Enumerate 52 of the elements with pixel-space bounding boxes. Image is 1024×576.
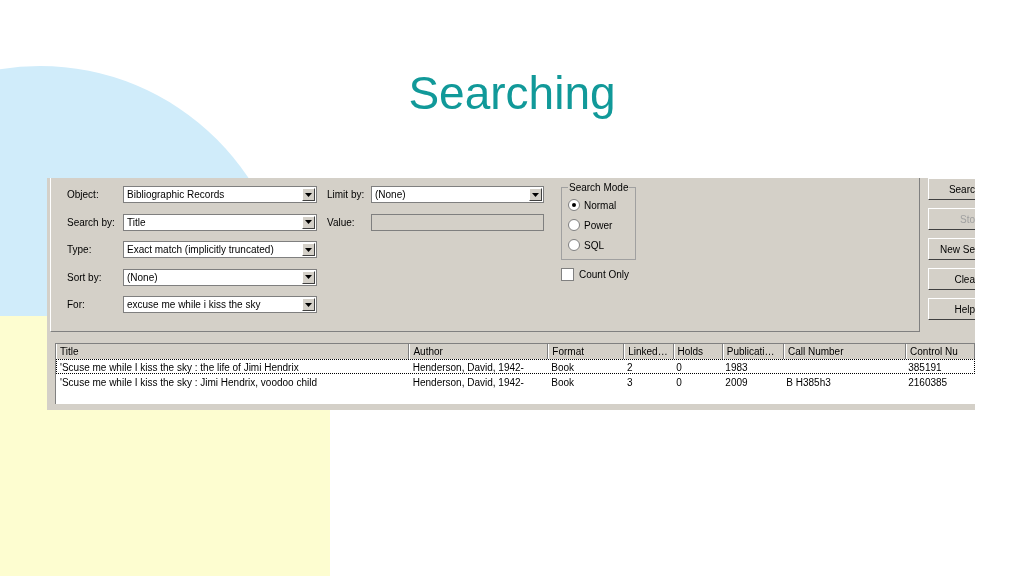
radio-label[interactable]: Power (584, 219, 613, 231)
table-cell: 3 (627, 377, 633, 388)
table-cell: 'Scuse me while I kiss the sky : the life of Jimi Hendrix (60, 362, 299, 373)
column-header[interactable]: Call Number (783, 344, 907, 359)
table-cell: B H385h3 (786, 377, 831, 388)
column-header[interactable]: Author (409, 344, 549, 359)
field-label: For: (67, 299, 86, 310)
dropdown[interactable]: excuse me while i kiss the sky (123, 296, 317, 313)
checkbox[interactable] (561, 268, 574, 281)
column-header[interactable]: Title (56, 344, 410, 359)
dropdown[interactable]: Title (123, 213, 317, 231)
table-cell: Henderson, David, 1942- (412, 377, 524, 388)
field-label: Sort by: (67, 271, 103, 283)
field-label: Search by: (67, 216, 116, 228)
button[interactable]: Clea (928, 268, 975, 290)
field-label: Object: (67, 189, 100, 200)
button[interactable]: New Se (928, 238, 975, 260)
radio-button[interactable] (568, 239, 580, 251)
table-row[interactable]: 'Scuse me while I kiss the sky : Jimi Hendrix, voodoo child Henderson, David, 1942- Book 3 0 2009 B H385h3 2160385 (56, 374, 975, 389)
column-header[interactable]: Control Nu (906, 344, 975, 359)
dropdown[interactable]: Bibliographic Records (123, 186, 317, 203)
table-cell: 2009 (725, 377, 748, 388)
radio-label[interactable]: SQL (584, 239, 604, 251)
column-header[interactable]: Linked… (624, 344, 674, 359)
button[interactable]: Searc (928, 178, 975, 200)
field-label: Limit by: (326, 189, 366, 200)
table-cell: 385191 (908, 362, 942, 373)
table-cell: Book (551, 362, 575, 373)
table-cell: 0 (676, 377, 682, 388)
limit-by-dropdown[interactable]: (None) (371, 186, 544, 203)
button[interactable]: Help (928, 298, 975, 320)
field-label: Value: (326, 216, 356, 228)
column-header[interactable]: Publicati… (722, 344, 784, 359)
dropdown[interactable]: (None) (123, 268, 317, 286)
radio-button[interactable] (568, 219, 580, 231)
dropdown[interactable]: Exact match (implicitly truncated) (123, 241, 317, 258)
table-cell: Book (551, 377, 575, 388)
table-cell: 0 (676, 362, 682, 373)
field-label: Type: (67, 244, 93, 255)
table-row[interactable]: 'Scuse me while I kiss the sky : the life of Jimi Hendrix Henderson, David, 1942- Book 2 0 1983 385191 (56, 359, 975, 374)
group-title: Search Mode (568, 182, 630, 193)
slide-title: Searching (407, 66, 617, 121)
column-header[interactable]: Format (548, 344, 625, 359)
radio-label[interactable]: Normal (584, 199, 617, 211)
table-cell: Henderson, David, 1942- (412, 362, 524, 373)
table-cell: 'Scuse me while I kiss the sky : Jimi Hendrix, voodoo child (60, 377, 317, 388)
table-cell: 1983 (725, 362, 748, 373)
table-cell: 2160385 (908, 377, 948, 388)
radio-button[interactable] (568, 199, 580, 211)
table-cell: 2 (627, 362, 633, 373)
checkbox-label[interactable]: Count Only (579, 269, 630, 280)
column-header[interactable]: Holds (673, 344, 723, 359)
